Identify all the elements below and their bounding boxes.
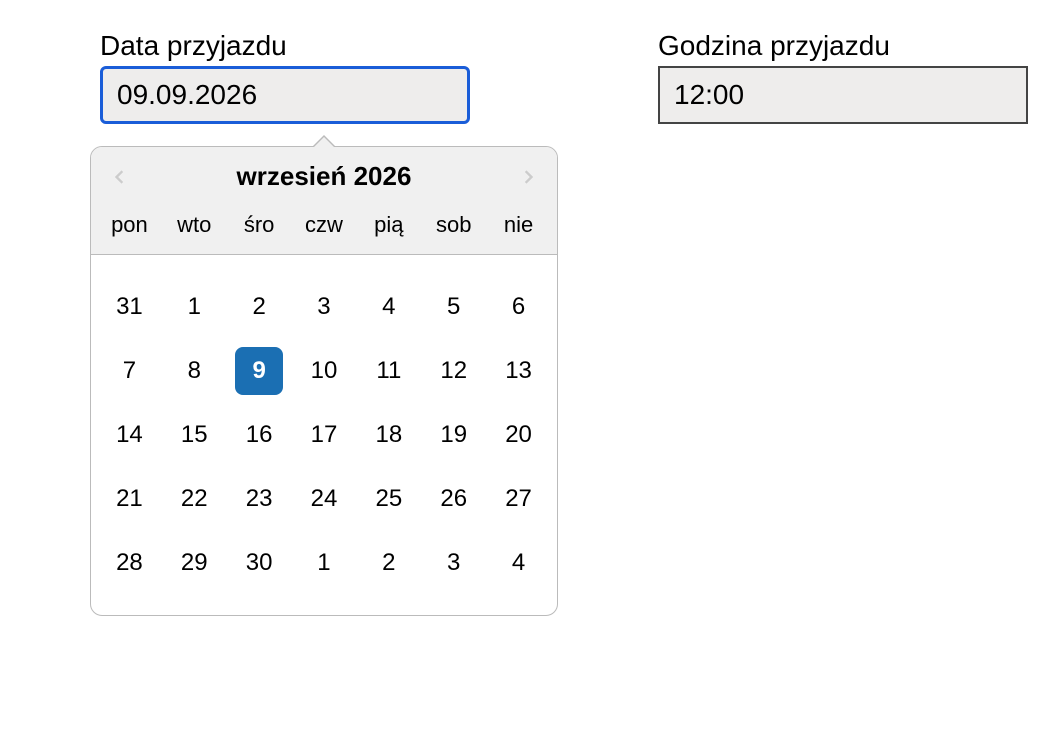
calendar-day[interactable]: 19	[421, 403, 486, 467]
calendar-day-number: 31	[105, 283, 153, 331]
calendar-day-number: 22	[170, 475, 218, 523]
datepicker: wrzesień 2026 ponwtośroczwpiąsobnie 3112…	[90, 146, 558, 616]
weekday-header: pon	[97, 206, 162, 244]
calendar-day-number: 30	[235, 539, 283, 587]
calendar-day-number: 5	[430, 283, 478, 331]
calendar-day-number: 6	[495, 283, 543, 331]
calendar-day[interactable]: 22	[162, 467, 227, 531]
arrival-time-input[interactable]	[658, 66, 1028, 124]
calendar-day-number: 20	[495, 411, 543, 459]
calendar-day-number: 29	[170, 539, 218, 587]
weekday-header: pią	[356, 206, 421, 244]
calendar-day-number: 14	[105, 411, 153, 459]
calendar-day[interactable]: 23	[227, 467, 292, 531]
calendar-day-number: 7	[105, 347, 153, 395]
calendar-day-number: 25	[365, 475, 413, 523]
weekday-header: wto	[162, 206, 227, 244]
calendar-day-number: 9	[235, 347, 283, 395]
calendar-day-number: 3	[300, 283, 348, 331]
calendar-day-number: 17	[300, 411, 348, 459]
calendar-day-number: 19	[430, 411, 478, 459]
calendar-day-number: 13	[495, 347, 543, 395]
calendar-day[interactable]: 15	[162, 403, 227, 467]
next-month-button[interactable]	[519, 167, 539, 187]
calendar-day[interactable]: 31	[97, 275, 162, 339]
calendar-day[interactable]: 29	[162, 531, 227, 595]
calendar-day[interactable]: 12	[421, 339, 486, 403]
calendar-day-number: 4	[495, 539, 543, 587]
calendar-day-number: 2	[235, 283, 283, 331]
arrival-date-input[interactable]	[100, 66, 470, 124]
calendar-day-number: 10	[300, 347, 348, 395]
calendar-day[interactable]: 3	[421, 531, 486, 595]
calendar-day-number: 1	[170, 283, 218, 331]
calendar-day-number: 12	[430, 347, 478, 395]
weekday-header: nie	[486, 206, 551, 244]
calendar-day[interactable]: 6	[486, 275, 551, 339]
calendar-day-number: 16	[235, 411, 283, 459]
calendar-day[interactable]: 14	[97, 403, 162, 467]
calendar-day[interactable]: 5	[421, 275, 486, 339]
calendar-day[interactable]: 1	[292, 531, 357, 595]
calendar-day-number: 26	[430, 475, 478, 523]
calendar-day[interactable]: 24	[292, 467, 357, 531]
weekday-header: czw	[292, 206, 357, 244]
calendar-day[interactable]: 27	[486, 467, 551, 531]
calendar-day-number: 1	[300, 539, 348, 587]
calendar-day[interactable]: 4	[486, 531, 551, 595]
calendar-day[interactable]: 16	[227, 403, 292, 467]
calendar-day[interactable]: 28	[97, 531, 162, 595]
prev-month-button[interactable]	[109, 167, 129, 187]
calendar-day-number: 28	[105, 539, 153, 587]
calendar-day[interactable]: 7	[97, 339, 162, 403]
calendar-day[interactable]: 2	[227, 275, 292, 339]
calendar-day-number: 18	[365, 411, 413, 459]
arrival-date-field: Data przyjazdu wrzesień 2026 ponwtośrocz…	[100, 30, 558, 616]
chevron-left-icon	[109, 167, 129, 187]
calendar-day[interactable]: 11	[356, 339, 421, 403]
calendar-day-number: 15	[170, 411, 218, 459]
calendar-day-number: 24	[300, 475, 348, 523]
calendar-day-number: 3	[430, 539, 478, 587]
weekday-header: sob	[421, 206, 486, 244]
chevron-right-icon	[519, 167, 539, 187]
calendar-day[interactable]: 9	[227, 339, 292, 403]
calendar-day[interactable]: 8	[162, 339, 227, 403]
calendar-day[interactable]: 10	[292, 339, 357, 403]
calendar-day[interactable]: 4	[356, 275, 421, 339]
calendar-day-number: 8	[170, 347, 218, 395]
calendar-day[interactable]: 21	[97, 467, 162, 531]
calendar-day[interactable]: 2	[356, 531, 421, 595]
calendar-day-number: 27	[495, 475, 543, 523]
calendar-day[interactable]: 3	[292, 275, 357, 339]
calendar-day[interactable]: 20	[486, 403, 551, 467]
calendar-day-number: 4	[365, 283, 413, 331]
calendar-day-number: 11	[365, 347, 413, 395]
calendar-day-number: 2	[365, 539, 413, 587]
calendar-day[interactable]: 13	[486, 339, 551, 403]
calendar-day[interactable]: 26	[421, 467, 486, 531]
datepicker-pointer	[312, 135, 336, 147]
calendar-day[interactable]: 18	[356, 403, 421, 467]
arrival-date-label: Data przyjazdu	[100, 30, 558, 62]
calendar-day-number: 21	[105, 475, 153, 523]
calendar-day[interactable]: 1	[162, 275, 227, 339]
calendar-day[interactable]: 17	[292, 403, 357, 467]
calendar-day[interactable]: 30	[227, 531, 292, 595]
weekday-header: śro	[227, 206, 292, 244]
arrival-time-label: Godzina przyjazdu	[658, 30, 1028, 62]
calendar-day[interactable]: 25	[356, 467, 421, 531]
datepicker-month-title: wrzesień 2026	[237, 161, 412, 192]
calendar-day-number: 23	[235, 475, 283, 523]
arrival-time-field: Godzina przyjazdu	[658, 30, 1028, 616]
